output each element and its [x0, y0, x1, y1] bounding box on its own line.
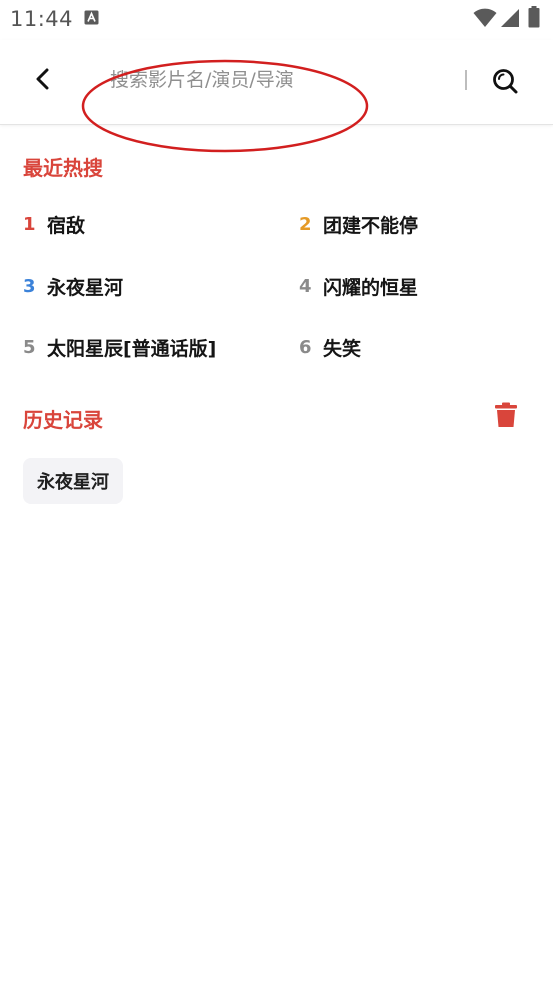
search-icon — [493, 69, 518, 94]
hot-search-item-6[interactable]: 6 失笑 — [299, 332, 361, 362]
hot-rank: 4 — [299, 275, 312, 297]
hot-search-title: 最近热搜 — [23, 156, 103, 180]
history-title: 历史记录 — [23, 408, 103, 432]
hot-rank: 3 — [23, 275, 36, 297]
hot-search-item-4[interactable]: 4 闪耀的恒星 — [299, 271, 418, 301]
wifi-icon — [473, 8, 497, 27]
hot-label: 宿敌 — [47, 214, 86, 237]
status-time: 11:44 — [10, 7, 74, 31]
battery-icon — [528, 6, 540, 28]
hot-label: 闪耀的恒星 — [323, 276, 419, 299]
history-chip[interactable]: 永夜星河 — [23, 458, 123, 504]
search-input[interactable] — [110, 62, 450, 98]
back-button[interactable] — [26, 62, 60, 96]
hot-label: 永夜星河 — [47, 276, 124, 299]
search-divider — [465, 70, 467, 90]
hot-rank: 5 — [23, 336, 36, 358]
signal-icon — [501, 9, 519, 27]
hot-rank: 1 — [23, 213, 36, 235]
status-bar: 11:44 — [0, 0, 553, 40]
hot-search-item-1[interactable]: 1 宿敌 — [23, 209, 85, 239]
trash-icon — [495, 402, 517, 427]
clear-history-button[interactable] — [494, 402, 518, 428]
hot-label: 团建不能停 — [323, 214, 419, 237]
search-button[interactable] — [488, 64, 522, 98]
hot-search-item-2[interactable]: 2 团建不能停 — [299, 209, 418, 239]
hot-label: 失笑 — [323, 337, 362, 360]
chevron-left-icon — [36, 68, 49, 90]
hot-label: 太阳星辰[普通话版] — [47, 337, 217, 360]
hot-rank: 6 — [299, 336, 312, 358]
a-notification-icon — [84, 10, 99, 25]
search-header — [0, 40, 553, 125]
hot-rank: 2 — [299, 213, 312, 235]
hot-search-item-5[interactable]: 5 太阳星辰[普通话版] — [23, 332, 216, 362]
hot-search-item-3[interactable]: 3 永夜星河 — [23, 271, 123, 301]
